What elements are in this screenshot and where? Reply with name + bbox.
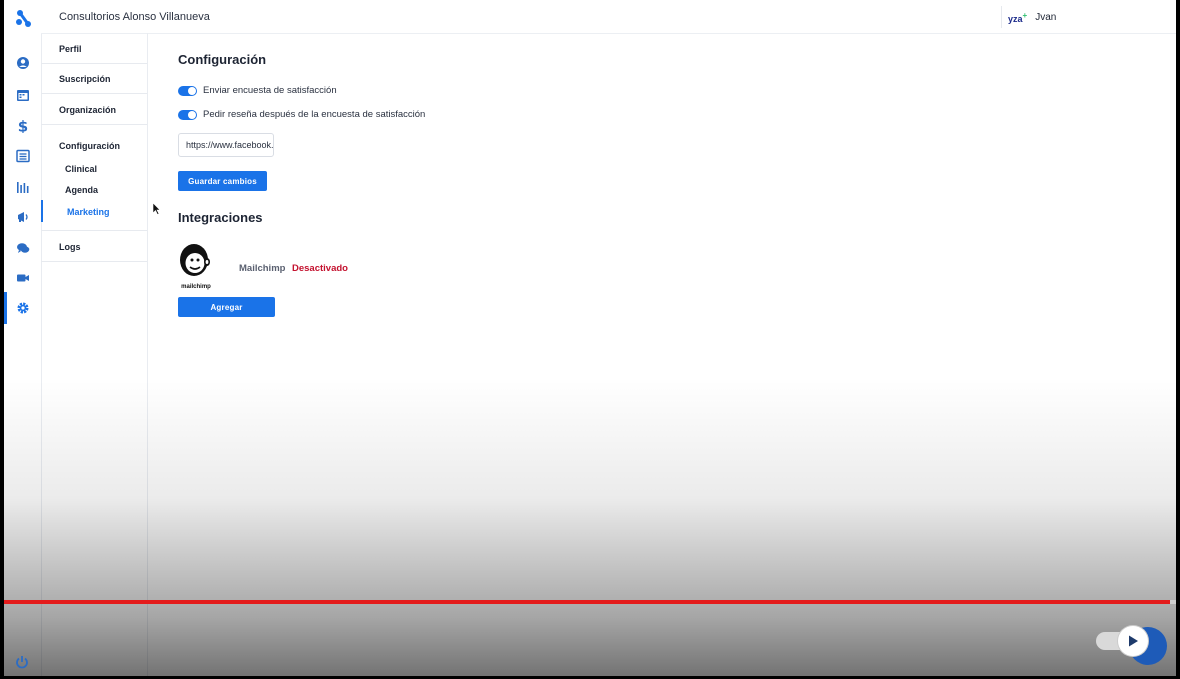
power-icon[interactable] — [15, 655, 29, 669]
survey-toggle-label: Enviar encuesta de satisfacción — [203, 85, 337, 96]
user-menu[interactable]: yza+ Jvan — [1001, 6, 1056, 28]
review-toggle-label: Pedir reseña después de la encuesta de s… — [203, 109, 426, 120]
nav-video[interactable] — [4, 267, 41, 289]
svg-text:$: $ — [17, 119, 27, 133]
submenu-marketing[interactable]: Marketing — [67, 207, 110, 217]
video-progress-bar[interactable] — [4, 600, 1170, 604]
submenu-agenda[interactable]: Agenda — [65, 185, 98, 195]
nav-settings[interactable] — [4, 297, 41, 319]
divider — [41, 63, 147, 64]
save-button[interactable]: Guardar cambios — [178, 171, 267, 191]
integration-status: Desactivado — [292, 263, 348, 274]
nav-profile[interactable] — [4, 52, 41, 74]
dollar-icon: $ — [17, 119, 27, 133]
nav-records[interactable] — [4, 145, 41, 167]
video-icon — [16, 274, 29, 282]
megaphone-icon — [17, 212, 28, 222]
user-name: Jvan — [1035, 11, 1057, 23]
chart-icon — [16, 182, 28, 193]
app-logo-icon[interactable] — [13, 8, 33, 28]
mailchimp-logo: mailchimp — [178, 242, 214, 290]
integration-name: Mailchimp — [239, 263, 286, 274]
nav-calendar[interactable] — [4, 84, 41, 106]
integrations-title: Integraciones — [178, 210, 263, 225]
calendar-icon — [16, 90, 29, 101]
toggle-row-review: Pedir reseña después de la encuesta de s… — [178, 109, 425, 120]
org-name: Consultorios Alonso Villanueva — [59, 11, 210, 23]
user-brand: yza+ — [1008, 10, 1028, 24]
toggle-row-survey: Enviar encuesta de satisfacción — [178, 85, 337, 96]
divider — [41, 230, 147, 231]
icon-rail: $ — [4, 0, 42, 676]
brand-plus-icon: + — [1022, 10, 1028, 20]
chat-icon — [16, 243, 29, 253]
top-header: Consultorios Alonso Villanueva yza+ Jvan — [41, 0, 1176, 34]
add-integration-button[interactable]: Agregar — [178, 297, 275, 317]
gear-icon — [17, 302, 28, 314]
play-button[interactable] — [1118, 626, 1148, 656]
mailchimp-icon — [180, 244, 210, 276]
review-toggle[interactable] — [178, 109, 197, 120]
nav-marketing[interactable] — [4, 206, 41, 228]
survey-toggle[interactable] — [178, 85, 197, 96]
divider — [41, 261, 147, 262]
nav-messages[interactable] — [4, 237, 41, 259]
nav-billing[interactable]: $ — [4, 115, 41, 137]
config-title: Configuración — [178, 52, 267, 67]
review-url-input[interactable]: https://www.facebook. — [178, 133, 274, 157]
mouse-cursor-icon — [153, 203, 161, 215]
video-progress-remaining — [1170, 600, 1176, 604]
app-window: $ Consultorios Alonso Villanueva yza+ Jv… — [4, 0, 1176, 676]
submenu-clinical[interactable]: Clinical — [65, 164, 97, 174]
main-content: Configuración Enviar encuesta de satisfa… — [147, 33, 1176, 676]
play-icon — [1129, 635, 1138, 647]
list-icon — [15, 149, 30, 163]
divider — [41, 93, 147, 94]
settings-submenu: Perfil Suscripción Organización Configur… — [41, 33, 148, 676]
divider — [41, 124, 147, 125]
submenu-active-indicator — [41, 200, 43, 222]
mailchimp-logo-text: mailchimp — [181, 284, 211, 290]
user-icon — [16, 57, 29, 69]
nav-reports[interactable] — [4, 176, 41, 198]
